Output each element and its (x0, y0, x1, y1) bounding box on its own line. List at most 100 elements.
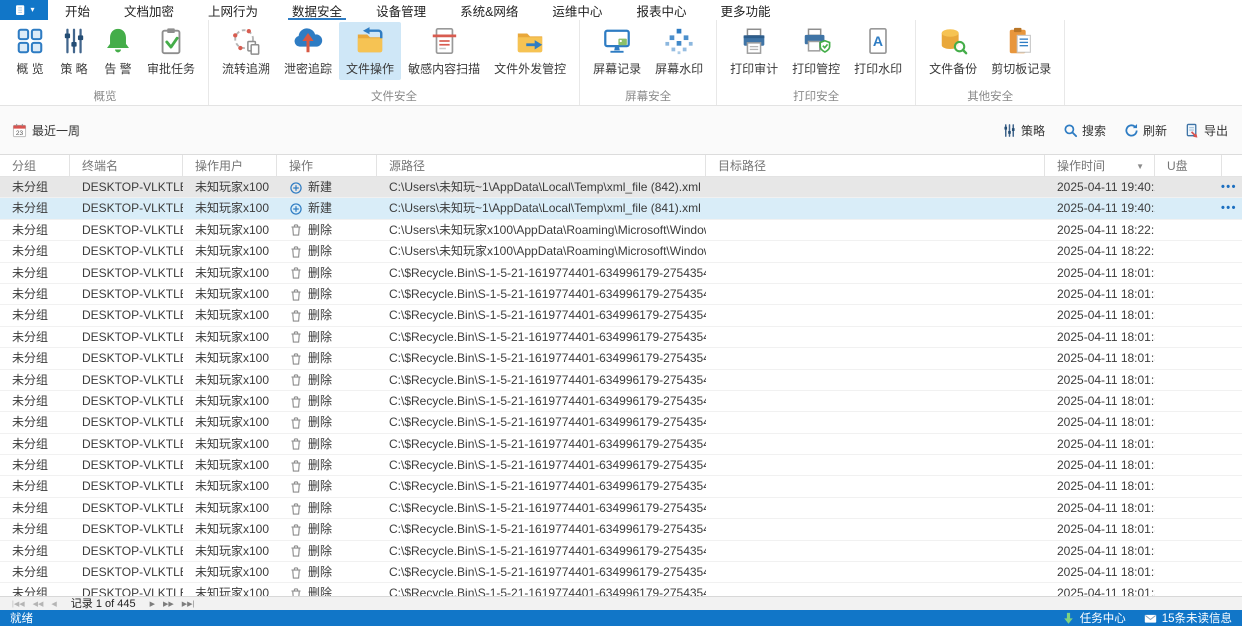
cell-user: 未知玩家x100 (195, 458, 270, 473)
column-header[interactable]: 源路径 (377, 155, 706, 176)
menu-tab-7[interactable]: 运维中心 (535, 0, 619, 20)
cell-target-path (706, 455, 1045, 476)
menu-tab-3[interactable]: 上网行为 (191, 0, 275, 20)
ribbon-button[interactable]: 概 览 (8, 22, 52, 80)
ribbon-button[interactable]: 审批任务 (140, 22, 202, 80)
app-menu-button[interactable]: ▾ (0, 0, 48, 20)
table-row[interactable]: 未分组 DESKTOP-VLKTLE1 未知玩家x100 删除 C:\$Recy… (0, 476, 1242, 497)
cell-user: 未知玩家x100 (195, 522, 270, 537)
refresh-action[interactable]: 刷新 (1124, 122, 1167, 139)
ribbon-button[interactable]: 屏幕记录 (586, 22, 648, 80)
menu-tab-6[interactable]: 系统&网络 (443, 0, 535, 20)
trash-icon (289, 416, 303, 430)
table-row[interactable]: 未分组 DESKTOP-VLKTLE1 未知玩家x100 删除 C:\Users… (0, 241, 1242, 262)
table-row[interactable]: 未分组 DESKTOP-VLKTLE1 未知玩家x100 删除 C:\$Recy… (0, 498, 1242, 519)
fast-backward-button[interactable]: ◀◀ (33, 601, 44, 608)
sliders-action[interactable]: 策略 (1002, 122, 1045, 139)
ribbon-button[interactable]: 打印审计 (723, 22, 785, 80)
table-row[interactable]: 未分组 DESKTOP-VLKTLE1 未知玩家x100 删除 C:\$Recy… (0, 327, 1242, 348)
ribbon-button[interactable]: 流转追溯 (215, 22, 277, 80)
time-filter-arrow-icon[interactable]: ▼ (1136, 162, 1144, 171)
cell-usb (1155, 348, 1222, 369)
task-center-button[interactable]: 任务中心 (1062, 610, 1126, 626)
table-row[interactable]: 未分组 DESKTOP-VLKTLE1 未知玩家x100 删除 C:\$Recy… (0, 348, 1242, 369)
cell-usb (1155, 263, 1222, 284)
column-header[interactable]: 操作时间 ▼ (1045, 155, 1155, 176)
ribbon-button[interactable]: 文件操作 (339, 22, 402, 80)
ribbon-button[interactable]: 敏感内容扫描 (401, 22, 487, 80)
cell-usb (1155, 434, 1222, 455)
ribbon-button[interactable]: 策 略 (52, 22, 96, 80)
last-page-button[interactable]: ▶▶| (182, 601, 195, 608)
table-row[interactable]: 未分组 DESKTOP-VLKTLE1 未知玩家x100 删除 C:\$Recy… (0, 263, 1242, 284)
table-row[interactable]: 未分组 DESKTOP-VLKTLE1 未知玩家x100 删除 C:\$Recy… (0, 284, 1242, 305)
trash-icon (289, 523, 303, 537)
ribbon-button-label: 审批任务 (147, 62, 196, 76)
cell-user: 未知玩家x100 (195, 436, 270, 451)
ribbon-button[interactable]: 文件备份 (922, 22, 984, 80)
date-range-filter[interactable]: 23 最近一周 (12, 122, 80, 139)
menu-tab-8[interactable]: 报表中心 (619, 0, 703, 20)
cell-operation-time: 2025-04-11 18:01:38 (1057, 308, 1155, 323)
ribbon-group: 打印审计 打印管控 A 打印水印 打印安全 (717, 20, 917, 105)
ribbon-button[interactable]: 屏幕水印 (648, 22, 710, 80)
column-header[interactable]: 终端名 (70, 155, 183, 176)
table-row[interactable]: 未分组 DESKTOP-VLKTLE1 未知玩家x100 删除 C:\$Recy… (0, 370, 1242, 391)
header-gutter (1222, 155, 1242, 176)
ribbon-button[interactable]: 文件外发管控 (487, 22, 573, 80)
table-row[interactable]: 未分组 DESKTOP-VLKTLE1 未知玩家x100 删除 C:\$Recy… (0, 412, 1242, 433)
cell-group: 未分组 (12, 351, 49, 366)
cell-operation: 删除 (277, 241, 377, 262)
row-more-button[interactable]: ••• (1221, 177, 1237, 198)
ribbon-button-label: 屏幕水印 (655, 62, 704, 76)
first-page-button[interactable]: |◀◀ (12, 601, 25, 608)
table-row[interactable]: 未分组 DESKTOP-VLKTLE1 未知玩家x100 新建 C:\Users… (0, 177, 1242, 199)
ribbon-button[interactable]: 打印管控 (785, 22, 847, 80)
row-more-button[interactable]: ••• (1221, 198, 1237, 219)
ribbon-button[interactable]: 告 警 (96, 22, 140, 80)
column-header[interactable]: 操作 (277, 155, 377, 176)
menu-tab-9[interactable]: 更多功能 (703, 0, 787, 20)
table-row[interactable]: 未分组 DESKTOP-VLKTLE1 未知玩家x100 删除 C:\Users… (0, 220, 1242, 241)
table-row[interactable]: 未分组 DESKTOP-VLKTLE1 未知玩家x100 删除 C:\$Recy… (0, 305, 1242, 326)
table-row[interactable]: 未分组 DESKTOP-VLKTLE1 未知玩家x100 删除 C:\$Recy… (0, 391, 1242, 412)
next-record-button[interactable]: ▶ (150, 601, 155, 608)
menu-tab-5[interactable]: 设备管理 (359, 0, 443, 20)
ribbon-button[interactable]: A 打印水印 (847, 22, 909, 80)
ribbon-group-label: 概览 (93, 91, 117, 103)
ribbon-button[interactable]: 泄密追踪 (277, 22, 339, 80)
cell-operation-time: 2025-04-11 18:01:38 (1057, 265, 1155, 280)
fast-forward-button[interactable]: ▶▶ (163, 601, 174, 608)
menu-tab-4[interactable]: 数据安全 (275, 0, 359, 20)
export-action[interactable]: 导出 (1185, 122, 1228, 139)
table-row[interactable]: 未分组 DESKTOP-VLKTLE1 未知玩家x100 删除 C:\$Recy… (0, 519, 1242, 540)
table-row[interactable]: 未分组 DESKTOP-VLKTLE1 未知玩家x100 删除 C:\$Recy… (0, 541, 1242, 562)
cell-target-path (706, 198, 1045, 219)
column-header[interactable]: 操作用户 (183, 155, 277, 176)
cell-user: 未知玩家x100 (195, 244, 270, 259)
search-action[interactable]: 搜索 (1063, 122, 1106, 139)
column-header[interactable]: U盘 (1155, 155, 1222, 176)
table-row[interactable]: 未分组 DESKTOP-VLKTLE1 未知玩家x100 删除 C:\$Recy… (0, 583, 1242, 596)
unread-messages-button[interactable]: 15条未读信息 (1144, 610, 1232, 626)
cell-operation: 删除 (277, 476, 377, 497)
ribbon-button-label: 敏感内容扫描 (408, 62, 481, 76)
ribbon-button-label: 泄密追踪 (284, 62, 333, 76)
prev-record-button[interactable]: ◀ (51, 601, 56, 608)
cell-usb (1155, 498, 1222, 519)
table-row[interactable]: 未分组 DESKTOP-VLKTLE1 未知玩家x100 删除 C:\$Recy… (0, 434, 1242, 455)
table-row[interactable]: 未分组 DESKTOP-VLKTLE1 未知玩家x100 删除 C:\$Recy… (0, 455, 1242, 476)
column-header[interactable]: 目标路径 (706, 155, 1045, 176)
table-row[interactable]: 未分组 DESKTOP-VLKTLE1 未知玩家x100 新建 C:\Users… (0, 198, 1242, 220)
column-header[interactable]: 分组 (0, 155, 70, 176)
menu-tab-2[interactable]: 文档加密 (107, 0, 191, 20)
cell-group: 未分组 (12, 286, 49, 301)
cell-operation: 删除 (277, 305, 377, 326)
cell-operation-time: 2025-04-11 18:01:38 (1057, 458, 1155, 473)
cell-target-path (706, 284, 1045, 305)
ribbon-button[interactable]: 剪切板记录 (984, 22, 1058, 80)
cell-usb (1155, 391, 1222, 412)
table-row[interactable]: 未分组 DESKTOP-VLKTLE1 未知玩家x100 删除 C:\$Recy… (0, 562, 1242, 583)
cell-operation: 删除 (277, 562, 377, 583)
menu-tab-1[interactable]: 开始 (48, 0, 107, 20)
